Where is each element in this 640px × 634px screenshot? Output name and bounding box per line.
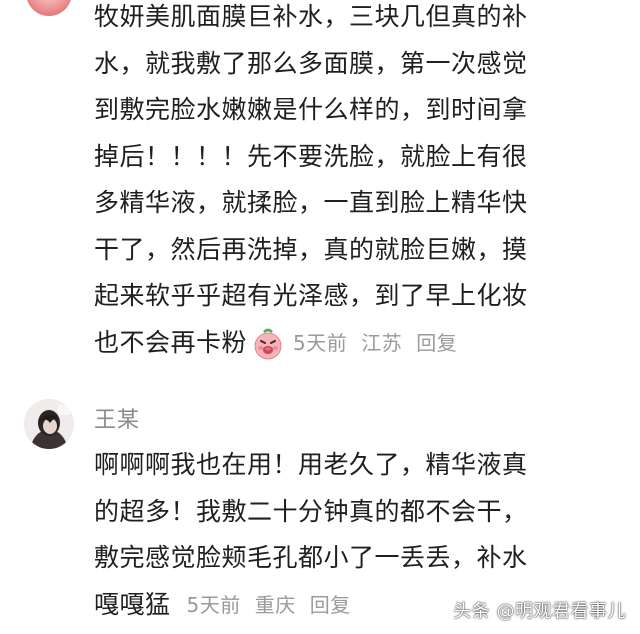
comment-1-line: 掉后！！！！先不要洗脸，就脸上有很 xyxy=(94,141,528,171)
comment-1-line: 到敷完脸水嫩嫩是什么样的，到时间拿 xyxy=(94,95,528,124)
previous-user-avatar[interactable] xyxy=(26,0,72,16)
comment-2-line: 的超多！我敷二十分钟真的都不会干， xyxy=(94,496,528,526)
comment-1-line: 也不会再卡粉 xyxy=(94,327,248,357)
comment-1-line: 水，就我敷了那么多面膜，第一次感觉 xyxy=(94,48,528,78)
comment-2-reply-button[interactable]: 回复 xyxy=(310,582,351,629)
comment-1-meta: 5天前 江苏 回复 xyxy=(293,320,457,367)
comment-1-line: 干了，然后再洗掉，真的就脸巨嫩，摸 xyxy=(94,234,528,264)
comment-1-time: 5天前 xyxy=(293,331,348,356)
watermark-label: 头条 @明观君看事儿 xyxy=(453,601,626,622)
comment-2-line: 敷完感觉脸颊毛孔都小了一丢丢，补水 xyxy=(94,543,528,572)
comment-2-username[interactable]: 王某 xyxy=(94,402,140,434)
comment-2-time: 5天前 xyxy=(186,593,241,618)
comment-1-line: 多精华液，就揉脸，一直到脸上精华快 xyxy=(94,188,528,217)
pig-face-icon xyxy=(251,327,285,361)
comment-2-line: 啊啊啊我也在用！用老久了，精华液真 xyxy=(94,450,528,479)
comment-1-line: 起来软乎乎超有光泽感，到了早上化妆 xyxy=(94,281,528,310)
user-avatar-wangmou[interactable] xyxy=(24,399,74,449)
comment-1-line: 牧妍美肌面膜巨补水，三块几但真的补 xyxy=(94,2,528,31)
comment-1-location: 江苏 xyxy=(361,331,403,356)
comment-1-last-line: 也不会再卡粉 5天前 江苏 回复 xyxy=(94,320,614,367)
comment-1-text: 牧妍美肌面膜巨补水，三块几但真的补 水，就我敷了那么多面膜，第一次感觉 到敷完脸… xyxy=(94,0,614,367)
comment-2-location: 重庆 xyxy=(254,593,296,618)
comment-2-meta: 5天前 重庆 回复 xyxy=(187,582,351,629)
comment-1-reply-button[interactable]: 回复 xyxy=(416,320,457,367)
comment-2-line: 嘎嘎猛 xyxy=(94,589,171,619)
